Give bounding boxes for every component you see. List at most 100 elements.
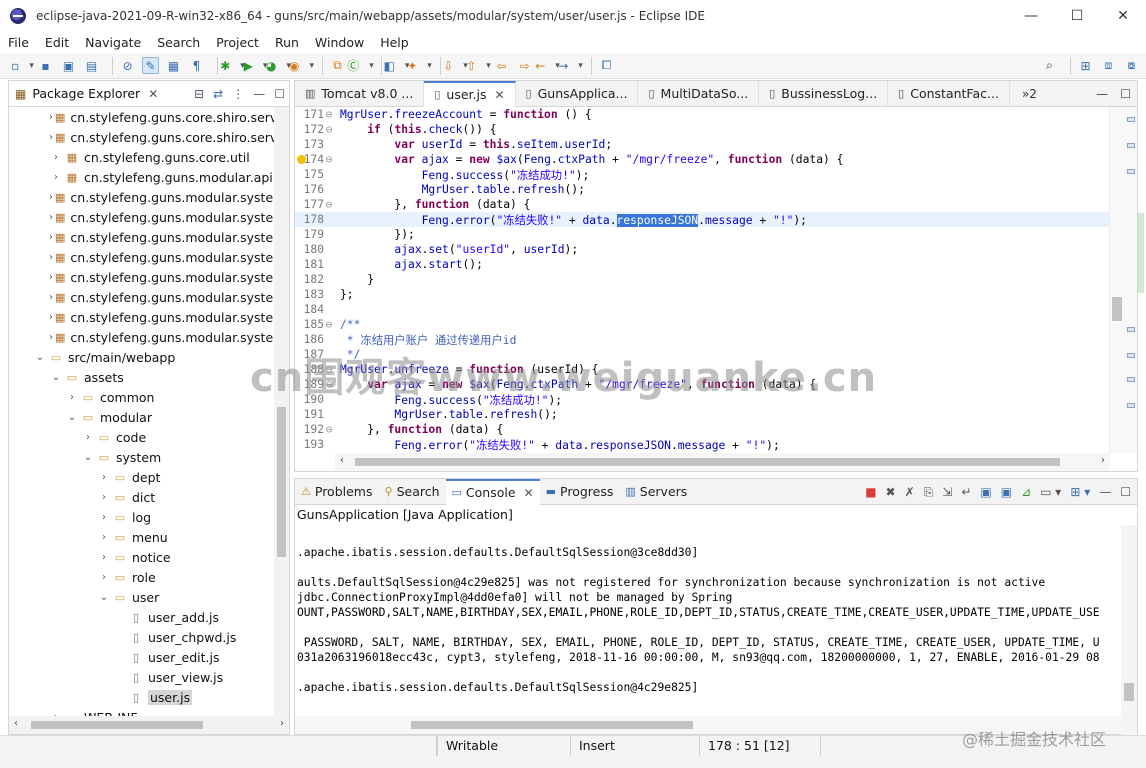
new-java-class-icon[interactable]: Ⓒ xyxy=(347,57,369,74)
menu-edit[interactable]: Edit xyxy=(45,35,69,50)
collapse-all-icon[interactable]: ⊟ xyxy=(194,87,204,101)
search-icon[interactable]: ⌕ xyxy=(1041,57,1058,74)
maximize-view-icon[interactable]: ☐ xyxy=(274,87,285,101)
scrollbar-thumb[interactable] xyxy=(277,407,286,557)
menu-window[interactable]: Window xyxy=(315,35,364,50)
code-line[interactable]: 184 xyxy=(295,302,1110,317)
editor-tab[interactable]: ▥ Tomcat v8.0 ... xyxy=(295,80,425,107)
expand-toggle-icon[interactable]: › xyxy=(49,312,53,323)
scrollbar-thumb[interactable] xyxy=(355,458,1060,466)
editor-tab[interactable]: ▯ BussinessLog... xyxy=(759,80,889,107)
search-tool-icon[interactable]: ✦ xyxy=(407,57,428,74)
remove-all-launches-icon[interactable]: ✗ xyxy=(905,485,915,499)
editor-vertical-scrollbar[interactable] xyxy=(1109,107,1137,453)
expand-toggle-icon[interactable]: ⌄ xyxy=(33,352,47,363)
overview-ruler-mark[interactable] xyxy=(1127,377,1135,382)
console-vertical-scrollbar[interactable] xyxy=(1121,525,1137,735)
code-line[interactable]: 175 Feng.success("冻结成功!"); xyxy=(295,167,1110,182)
tree-item[interactable]: › ▭ dict xyxy=(9,487,275,507)
tree-item[interactable]: ⌄ ▭ user xyxy=(9,587,275,607)
tree-horizontal-scrollbar[interactable]: ‹ › xyxy=(9,716,289,734)
code-line[interactable]: 180 ajax.set("userId", userId); xyxy=(295,242,1110,257)
expand-toggle-icon[interactable]: › xyxy=(97,512,111,523)
code-line[interactable]: 193 Feng.error("冻结失败!" + data.responseJS… xyxy=(295,437,1110,452)
pin-editor-icon[interactable]: ⧠ xyxy=(598,57,615,74)
tab-progress[interactable]: ▬ Progress xyxy=(540,479,620,505)
code-line[interactable]: 183}; xyxy=(295,287,1110,302)
close-icon[interactable]: ✕ xyxy=(524,486,534,500)
tree-item[interactable]: ⌄ ▭ assets xyxy=(9,367,275,387)
menu-file[interactable]: File xyxy=(8,35,29,50)
scrollbar-thumb[interactable] xyxy=(1112,297,1122,321)
tree-item[interactable]: › ▦ cn.stylefeng.guns.modular.system xyxy=(9,207,275,227)
overview-ruler-mark[interactable] xyxy=(1127,117,1135,122)
tree-item[interactable]: › ▦ cn.stylefeng.guns.modular.system xyxy=(9,267,275,287)
minimize-view-icon[interactable]: — xyxy=(253,87,265,101)
expand-toggle-icon[interactable]: › xyxy=(49,252,53,263)
close-icon[interactable]: ✕ xyxy=(148,87,158,101)
tree-item[interactable]: › ▦ cn.stylefeng.guns.modular.system xyxy=(9,227,275,247)
code-line[interactable]: 181 ajax.start(); xyxy=(295,257,1110,272)
tree-item[interactable]: › ▭ code xyxy=(9,427,275,447)
forward-edit-icon[interactable]: ⇨ xyxy=(516,57,533,74)
code-line[interactable]: 191 MgrUser.table.refresh(); xyxy=(295,407,1110,422)
expand-toggle-icon[interactable]: › xyxy=(49,332,53,343)
fold-toggle-icon[interactable]: ⊖ xyxy=(324,123,334,136)
tree-item[interactable]: › ▦ cn.stylefeng.guns.modular.system xyxy=(9,307,275,327)
code-line[interactable]: 177 ⊖ }, function (data) { xyxy=(295,197,1110,212)
tree-item[interactable]: ▯ user_chpwd.js xyxy=(9,627,275,647)
overview-ruler-mark[interactable] xyxy=(1127,403,1135,408)
tree-item[interactable]: ⌄ ▭ src/main/webapp xyxy=(9,347,275,367)
show-whitespace-icon[interactable]: ¶ xyxy=(188,57,205,74)
tree-item[interactable]: ⌄ ▭ system xyxy=(9,447,275,467)
tree-item[interactable]: › ▭ notice xyxy=(9,547,275,567)
new-java-package-icon[interactable]: ⧉ xyxy=(329,57,346,74)
open-type-icon[interactable]: ◧ xyxy=(384,57,405,74)
menu-search[interactable]: Search xyxy=(157,35,200,50)
tree-item[interactable]: › ▭ role xyxy=(9,567,275,587)
menu-project[interactable]: Project xyxy=(216,35,259,50)
menu-help[interactable]: Help xyxy=(380,35,409,50)
save-icon[interactable]: ▪ xyxy=(37,57,54,74)
show-on-stderr-icon[interactable]: ▣ xyxy=(1001,485,1012,499)
expand-toggle-icon[interactable]: ⌄ xyxy=(49,372,63,383)
editor-tab[interactable]: ▯ user.js ✕ xyxy=(424,80,516,107)
tree-item[interactable]: › ▭ menu xyxy=(9,527,275,547)
print-icon[interactable]: ▤ xyxy=(83,57,100,74)
next-annotation-icon[interactable]: ⇩ xyxy=(443,57,464,74)
block-selection-icon[interactable]: ▦ xyxy=(165,57,182,74)
tab-console[interactable]: ▭ Console ✕ xyxy=(445,478,540,505)
overview-ruler-mark[interactable] xyxy=(1127,143,1135,148)
tree-item[interactable]: › ▦ cn.stylefeng.guns.modular.system xyxy=(9,287,275,307)
fold-toggle-icon[interactable]: ⊖ xyxy=(324,423,334,436)
tree-item[interactable]: › ▭ dept xyxy=(9,467,275,487)
menu-run[interactable]: Run xyxy=(275,35,299,50)
tree-item[interactable]: › ▦ cn.stylefeng.guns.modular.system xyxy=(9,327,275,347)
editor-tab[interactable]: ▯ ConstantFac... xyxy=(888,80,1010,107)
expand-toggle-icon[interactable]: › xyxy=(97,532,111,543)
code-line[interactable]: 172 ⊖ if (this.check()) { xyxy=(295,122,1110,137)
toggle-mark-occurrences-icon[interactable]: ✎ xyxy=(142,57,159,74)
expand-toggle-icon[interactable]: › xyxy=(49,212,53,223)
pin-console-icon[interactable]: ⊿ xyxy=(1021,485,1031,499)
java-perspective-icon[interactable]: ⧇ xyxy=(1123,57,1140,74)
code-line[interactable]: 171 ⊖ MgrUser.freezeAccount = function () … xyxy=(295,107,1110,122)
fold-toggle-icon[interactable]: ⊖ xyxy=(324,198,334,211)
expand-toggle-icon[interactable]: › xyxy=(49,192,53,203)
tree-item[interactable]: ▯ user_add.js xyxy=(9,607,275,627)
code-line[interactable]: 185 ⊖/** xyxy=(295,317,1110,332)
tab-servers[interactable]: ▥ Servers xyxy=(619,479,693,505)
close-icon[interactable]: ✕ xyxy=(494,88,504,102)
fold-toggle-icon[interactable]: ⊖ xyxy=(324,318,334,331)
tree-item[interactable]: › ▭ log xyxy=(9,507,275,527)
code-line[interactable]: 182 } xyxy=(295,272,1110,287)
external-tools-icon[interactable]: ◉ xyxy=(289,57,310,74)
menu-navigate[interactable]: Navigate xyxy=(85,35,141,50)
tree-item[interactable]: › ▦ cn.stylefeng.guns.modular.system xyxy=(9,247,275,267)
code-line[interactable]: 176 MgrUser.table.refresh(); xyxy=(295,182,1110,197)
fold-toggle-icon[interactable]: ⊖ xyxy=(324,153,334,166)
remove-launch-icon[interactable]: ✖ xyxy=(886,485,896,499)
run-icon[interactable]: ▶ xyxy=(244,57,264,74)
scroll-left-icon[interactable]: ‹ xyxy=(340,455,344,466)
last-edit-location-icon[interactable]: ⇦ xyxy=(493,57,510,74)
